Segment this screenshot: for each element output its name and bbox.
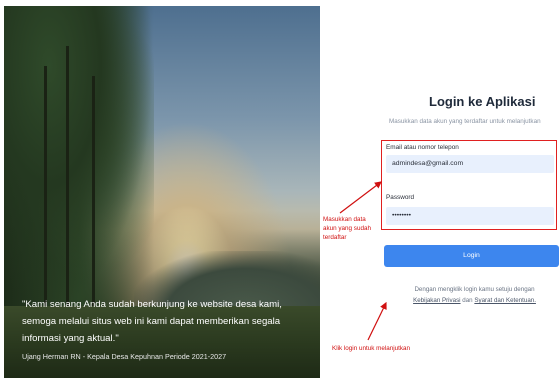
arrow-to-button: [367, 301, 387, 341]
annotation-arrows: [339, 181, 387, 341]
arrow-to-form: [339, 181, 382, 214]
